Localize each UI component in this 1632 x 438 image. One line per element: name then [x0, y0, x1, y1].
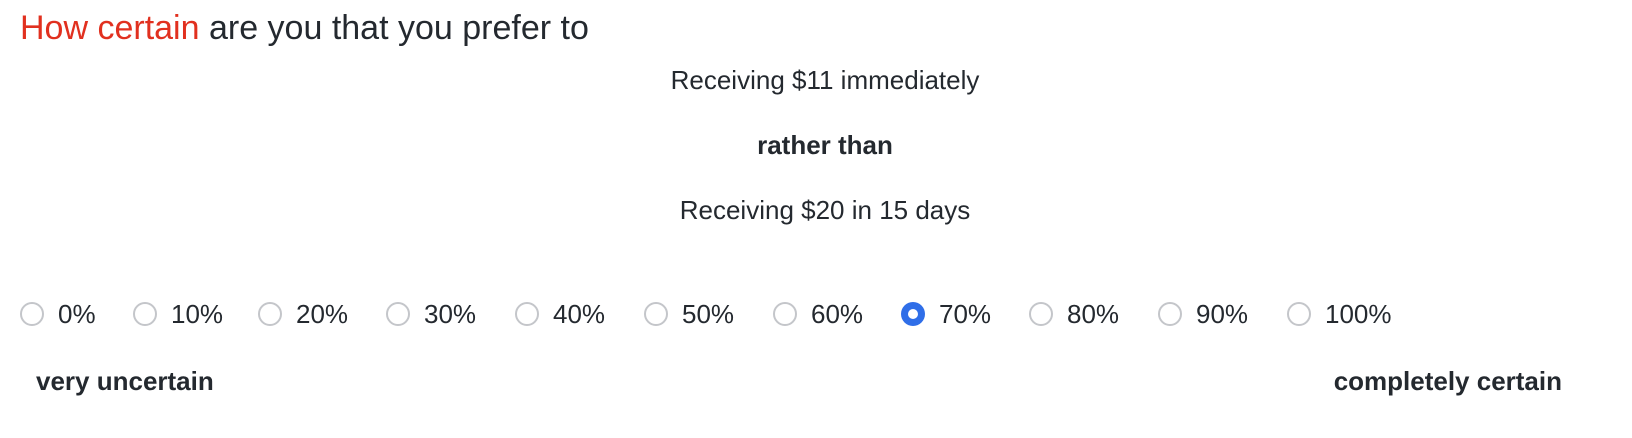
scale-option-70[interactable]: 70% [901, 296, 991, 332]
radio-button[interactable] [386, 302, 410, 326]
scale-option-100[interactable]: 100% [1287, 296, 1392, 332]
scale-anchor-right: completely certain [1333, 366, 1562, 396]
radio-button[interactable] [1029, 302, 1053, 326]
scale-option-label: 40% [553, 299, 606, 329]
scale-option-label: 90% [1196, 299, 1249, 329]
scale-option-20[interactable]: 20% [258, 296, 348, 332]
scale-option-40[interactable]: 40% [515, 296, 605, 332]
radio-button[interactable] [515, 302, 539, 326]
option-b-text: Receiving $20 in 15 days [679, 195, 971, 225]
radio-button[interactable] [133, 302, 157, 326]
scale-option-30[interactable]: 30% [386, 296, 476, 332]
scale-option-10[interactable]: 10% [133, 296, 223, 332]
radio-button-selected[interactable] [901, 302, 925, 326]
radio-button[interactable] [644, 302, 668, 326]
scale-option-label: 30% [424, 299, 477, 329]
scale-option-label: 70% [939, 299, 992, 329]
scale-option-label: 50% [682, 299, 735, 329]
question-prompt: How certain are you that you prefer to [20, 6, 589, 50]
scale-option-label: 100% [1325, 299, 1392, 329]
radio-button[interactable] [773, 302, 797, 326]
option-a-text: Receiving $11 immediately [670, 65, 980, 95]
scale-option-label: 60% [811, 299, 864, 329]
connector-text: rather than [757, 130, 893, 160]
scale-option-label: 0% [58, 299, 96, 329]
radio-button[interactable] [20, 302, 44, 326]
scale-option-50[interactable]: 50% [644, 296, 734, 332]
scale-option-label: 20% [296, 299, 349, 329]
question-highlight: How certain [20, 9, 200, 47]
scale-option-90[interactable]: 90% [1158, 296, 1248, 332]
scale-option-80[interactable]: 80% [1029, 296, 1119, 332]
radio-button[interactable] [258, 302, 282, 326]
scale-option-label: 80% [1067, 299, 1120, 329]
radio-button[interactable] [1158, 302, 1182, 326]
certainty-scale: 0% 10% 20% 30% 40% 50% 60% 70% 80% 90% 1… [0, 296, 1632, 332]
scale-option-label: 10% [171, 299, 224, 329]
scale-anchor-left: very uncertain [36, 366, 214, 396]
scale-option-0[interactable]: 0% [20, 296, 96, 332]
question-text: are you that you prefer to [199, 9, 589, 47]
radio-button[interactable] [1287, 302, 1311, 326]
scale-option-60[interactable]: 60% [773, 296, 863, 332]
